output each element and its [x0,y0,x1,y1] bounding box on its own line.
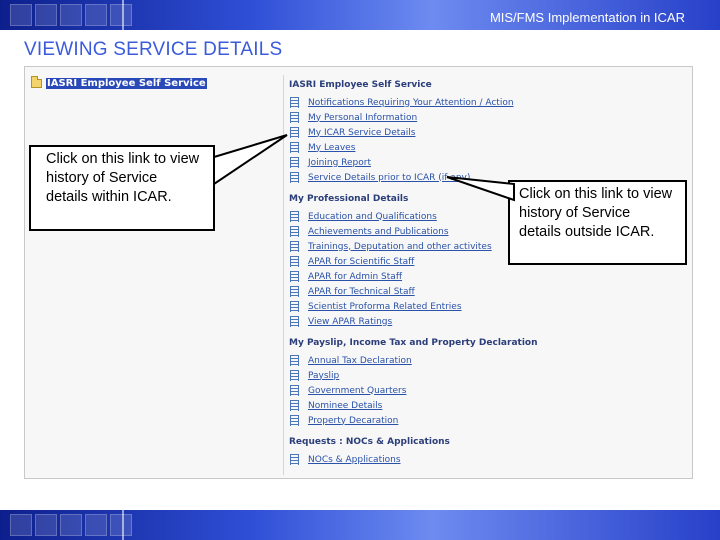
header-title: MIS/FMS Implementation in ICAR [489,10,685,25]
document-icon [290,301,299,312]
menu-item-scientist-proforma[interactable]: Scientist Proforma Related Entries [289,299,669,314]
section-employee-self-service: IASRI Employee Self Service Notification… [289,80,669,185]
document-icon [290,370,299,381]
document-icon [290,385,299,396]
section-title: My Payslip, Income Tax and Property Decl… [289,338,538,348]
tree-root-item[interactable]: IASRI Employee Self Service [31,76,207,89]
menu-item-icar-service-details[interactable]: My ICAR Service Details [289,125,669,140]
self-service-menu: IASRI Employee Self Service Notification… [289,80,669,476]
menu-item-apar-technical[interactable]: APAR for Technical Staff [289,284,669,299]
menu-item-label[interactable]: Joining Report [308,158,371,168]
callout-within-icar: Click on this link to view history of Se… [29,145,215,231]
menu-item-label[interactable]: Education and Qualifications [308,212,437,222]
section-title: Requests : NOCs & Applications [289,437,450,447]
menu-item-my-leaves[interactable]: My Leaves [289,140,669,155]
menu-item-payslip[interactable]: Payslip [289,368,669,383]
document-icon [290,415,299,426]
document-icon [290,226,299,237]
band-divider [122,510,124,540]
menu-item-label[interactable]: View APAR Ratings [308,317,392,327]
document-icon [290,112,299,123]
document-icon [290,256,299,267]
menu-item-label[interactable]: Property Decaration [308,416,398,426]
menu-item-personal-information[interactable]: My Personal Information [289,110,669,125]
menu-item-nominee-details[interactable]: Nominee Details [289,398,669,413]
menu-item-label[interactable]: My Leaves [308,143,355,153]
menu-item-label[interactable]: Scientist Proforma Related Entries [308,302,462,312]
document-icon [290,211,299,222]
document-icon [290,142,299,153]
menu-item-notifications[interactable]: Notifications Requiring Your Attention /… [289,95,669,110]
tree-root-label: IASRI Employee Self Service [46,78,207,89]
menu-item-view-apar-ratings[interactable]: View APAR Ratings [289,314,669,329]
document-icon [290,127,299,138]
menu-item-label[interactable]: Government Quarters [308,386,406,396]
menu-item-label[interactable]: Notifications Requiring Your Attention /… [308,98,514,108]
document-icon [290,157,299,168]
folder-icon [31,76,42,88]
band-divider [122,0,124,30]
menu-item-label[interactable]: Nominee Details [308,401,382,411]
menu-item-label[interactable]: NOCs & Applications [308,455,401,465]
pane-divider [283,75,284,475]
menu-item-government-quarters[interactable]: Government Quarters [289,383,669,398]
document-icon [290,97,299,108]
menu-item-property-declaration[interactable]: Property Decaration [289,413,669,428]
document-icon [290,316,299,327]
document-icon [290,454,299,465]
menu-item-label[interactable]: Achievements and Publications [308,227,449,237]
menu-item-label[interactable]: My ICAR Service Details [308,128,416,138]
menu-item-label[interactable]: APAR for Scientific Staff [308,257,414,267]
menu-item-joining-report[interactable]: Joining Report [289,155,669,170]
menu-item-label[interactable]: APAR for Technical Staff [308,287,415,297]
menu-item-nocs-applications[interactable]: NOCs & Applications [289,452,669,467]
app-screenshot: IASRI Employee Self Service IASRI Employ… [24,66,693,479]
decorative-squares [10,514,132,536]
menu-item-apar-admin[interactable]: APAR for Admin Staff [289,269,669,284]
footer-band [0,510,720,540]
document-icon [290,271,299,282]
slide-title: VIEWING SERVICE DETAILS [24,39,283,60]
menu-item-label[interactable]: Payslip [308,371,339,381]
menu-item-label[interactable]: My Personal Information [308,113,417,123]
header-band: MIS/FMS Implementation in ICAR [0,0,720,30]
decorative-squares [10,4,132,26]
section-requests: Requests : NOCs & Applications NOCs & Ap… [289,437,669,467]
menu-item-label[interactable]: Trainings, Deputation and other activite… [308,242,492,252]
menu-item-annual-tax[interactable]: Annual Tax Declaration [289,353,669,368]
menu-item-label[interactable]: Annual Tax Declaration [308,356,412,366]
document-icon [290,286,299,297]
document-icon [290,355,299,366]
section-title: IASRI Employee Self Service [289,80,432,90]
menu-item-label[interactable]: Service Details prior to ICAR (if any) [308,173,470,183]
callout-outside-icar: Click on this link to view history of Se… [508,180,687,265]
document-icon [290,172,299,183]
document-icon [290,241,299,252]
menu-item-label[interactable]: APAR for Admin Staff [308,272,402,282]
document-icon [290,400,299,411]
section-payslip-tax: My Payslip, Income Tax and Property Decl… [289,338,669,428]
